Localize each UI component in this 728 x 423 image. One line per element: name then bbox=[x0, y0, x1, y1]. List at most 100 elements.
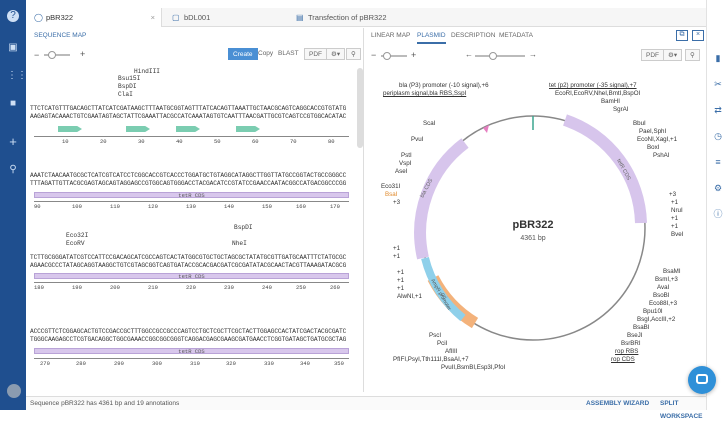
site-label[interactable]: PciI bbox=[437, 340, 447, 347]
split-workspace-button[interactable]: SPLIT WORKSPACE bbox=[660, 397, 706, 423]
settings-button[interactable]: ⚙▾ bbox=[663, 49, 683, 61]
site-label[interactable]: BsaI bbox=[385, 191, 397, 198]
site-label[interactable]: EcoNI,XagI,+1 bbox=[637, 136, 677, 143]
sequence-top-strand[interactable]: TCTTGCGGGATATCGTCCATTCCGACAGCATCGCCAGTCA… bbox=[30, 254, 346, 261]
tab-sequence-map[interactable]: SEQUENCE MAP bbox=[34, 28, 86, 44]
site-label[interactable]: +3 bbox=[393, 199, 400, 206]
scissors-icon[interactable]: ✂ bbox=[712, 78, 724, 90]
tab-transfection[interactable]: ▤ Transfection of pBR322 bbox=[288, 8, 488, 27]
site-label[interactable]: PshAI bbox=[653, 152, 670, 159]
tab-description[interactable]: DESCRIPTION bbox=[451, 28, 495, 44]
site-label[interactable]: Bpu10I bbox=[643, 308, 663, 315]
close-panel-icon[interactable]: × bbox=[692, 30, 704, 41]
gear-icon[interactable]: ⚙ bbox=[712, 182, 724, 194]
tetr-cds-feature[interactable]: tetR CDS bbox=[34, 348, 349, 354]
tab-plasmid[interactable]: PLASMID bbox=[417, 28, 446, 44]
site-label[interactable]: BsoBI bbox=[653, 292, 670, 299]
tetr-cds-feature[interactable]: tetR CDS bbox=[34, 273, 349, 279]
site-label[interactable]: SgrAI bbox=[613, 106, 628, 113]
enzyme-label[interactable]: HindIII bbox=[134, 68, 160, 75]
enzyme-label[interactable]: BspDI bbox=[234, 224, 253, 231]
enzyme-label[interactable]: ClaI bbox=[118, 91, 133, 98]
close-icon[interactable]: × bbox=[151, 8, 155, 27]
site-label[interactable]: PfIFI,PsyI,Tth111I,BsaAI,+7 bbox=[393, 356, 469, 363]
site-label[interactable]: AvaI bbox=[657, 284, 669, 291]
site-label[interactable]: +1 bbox=[397, 269, 404, 276]
site-label[interactable]: +1 bbox=[393, 245, 400, 252]
site-label[interactable]: AseI bbox=[395, 168, 407, 175]
feature-arrow[interactable] bbox=[58, 126, 82, 132]
site-label[interactable]: BoxI bbox=[647, 144, 659, 151]
zoom-slider[interactable] bbox=[381, 52, 407, 60]
site-label[interactable]: rop RBS bbox=[615, 348, 638, 355]
site-label[interactable]: PstI bbox=[401, 152, 412, 159]
site-label[interactable]: BsgI,AccIII,+2 bbox=[637, 316, 675, 323]
zoom-in-icon[interactable]: + bbox=[80, 49, 85, 59]
settings-button[interactable]: ⚙▾ bbox=[326, 48, 346, 60]
rotate-right-icon[interactable]: → bbox=[529, 50, 537, 59]
tetr-cds-arc[interactable] bbox=[562, 114, 647, 224]
site-label[interactable]: ScaI bbox=[423, 120, 435, 127]
briefcase-icon[interactable]: ▣ bbox=[7, 42, 19, 54]
site-label[interactable]: +1 bbox=[671, 215, 678, 222]
site-label[interactable]: BveI bbox=[671, 231, 683, 238]
site-label[interactable]: tet (p2) promoter (-35 signal),+7 bbox=[549, 82, 637, 89]
site-label[interactable]: +1 bbox=[393, 253, 400, 260]
tetr-cds-feature[interactable]: tetR CDS bbox=[34, 192, 349, 198]
blast-button[interactable]: BLAST bbox=[274, 48, 303, 60]
history-icon[interactable]: ◷ bbox=[712, 130, 724, 142]
bookmark-icon[interactable]: ▮ bbox=[712, 52, 724, 64]
pdf-button[interactable]: PDF bbox=[304, 48, 327, 60]
site-label[interactable]: PvuII,BsmBI,Esp3I,PfoI bbox=[441, 364, 505, 371]
site-label[interactable]: BbuI bbox=[633, 120, 646, 127]
zoom-in-icon[interactable]: + bbox=[411, 50, 416, 60]
copy-icon[interactable]: ⧉ bbox=[676, 30, 688, 41]
site-label[interactable]: PaeI,SphI bbox=[639, 128, 666, 135]
sequence-top-strand[interactable]: TTCTCATGTTTGACAGCTTATCATCGATAAGCTTTAATGC… bbox=[30, 105, 346, 112]
site-label[interactable]: +1 bbox=[397, 277, 404, 284]
site-label[interactable]: BsaMI bbox=[663, 268, 681, 275]
list-icon[interactable]: ≡ bbox=[712, 156, 724, 168]
site-label[interactable]: BamHI bbox=[601, 98, 620, 105]
enzyme-label[interactable]: Bsu15I bbox=[118, 75, 140, 82]
tab-pbr322[interactable]: ◯ pBR322 × bbox=[26, 8, 162, 27]
site-label[interactable]: rop CDS bbox=[611, 356, 635, 363]
arrows-icon[interactable]: ⇄ bbox=[712, 104, 724, 116]
sequence-bottom-strand[interactable]: AGAACGCCCTATAGCAGGTAAGGCTGTCGTAGCGGTCAGT… bbox=[30, 262, 346, 269]
rotate-left-icon[interactable]: ← bbox=[465, 50, 473, 59]
folder-icon[interactable]: ■ bbox=[7, 98, 19, 110]
feature-arrow[interactable] bbox=[176, 126, 200, 132]
site-label[interactable]: BseJI bbox=[627, 332, 642, 339]
site-label[interactable]: EcoRI,EcoRV,NheI,BmtI,BspOI bbox=[555, 90, 640, 97]
site-label[interactable]: PscI bbox=[429, 332, 441, 339]
enzyme-label[interactable]: EcoRV bbox=[66, 240, 85, 247]
sequence-bottom-strand[interactable]: AAGAGTACAAACTGTCGAATAGTAGCTATTCGAAATTACG… bbox=[30, 113, 346, 120]
tab-metadata[interactable]: METADATA bbox=[499, 28, 533, 44]
tab-bdl001[interactable]: ▢ bDL001 bbox=[164, 8, 284, 27]
site-label[interactable]: Eco31I bbox=[381, 183, 400, 190]
help-icon[interactable]: ? bbox=[7, 10, 19, 22]
site-label[interactable]: +3 bbox=[669, 191, 676, 198]
site-label[interactable]: +1 bbox=[397, 285, 404, 292]
feature-arrow[interactable] bbox=[126, 126, 150, 132]
zoom-slider[interactable] bbox=[44, 51, 70, 59]
site-label[interactable]: NruI bbox=[671, 207, 683, 214]
site-label[interactable]: PvuI bbox=[411, 136, 423, 143]
sequence-top-strand[interactable]: AAATCTAACAATGCGCTCATCGTCATCCTCGGCACCGTCA… bbox=[30, 172, 346, 179]
zoom-out-icon[interactable]: − bbox=[371, 50, 376, 60]
rotate-slider[interactable] bbox=[475, 52, 525, 60]
tab-linear-map[interactable]: LINEAR MAP bbox=[371, 28, 410, 44]
feature-arrow[interactable] bbox=[236, 126, 260, 132]
search-button[interactable]: ⚲ bbox=[685, 49, 700, 61]
sequence-bottom-strand[interactable]: TTTAGATTGTTACGCGAGTAGCAGTAGGAGCCGTGGCAGT… bbox=[30, 180, 346, 187]
grid-icon[interactable]: ⋮⋮ bbox=[7, 70, 27, 82]
avatar[interactable] bbox=[7, 384, 21, 398]
zoom-out-icon[interactable]: − bbox=[34, 50, 39, 60]
sequence-top-strand[interactable]: ACCCGTTCTCGGAGCACTGTCCGACCGCTTTGGCCGCCGC… bbox=[30, 328, 346, 335]
site-label[interactable]: BsmI,+3 bbox=[655, 276, 678, 283]
info-icon[interactable]: ⓘ bbox=[712, 208, 724, 220]
site-label[interactable]: VspI bbox=[399, 160, 411, 167]
scrollbar[interactable] bbox=[357, 68, 363, 148]
site-label[interactable]: +1 bbox=[671, 223, 678, 230]
site-label[interactable]: +1 bbox=[671, 199, 678, 206]
